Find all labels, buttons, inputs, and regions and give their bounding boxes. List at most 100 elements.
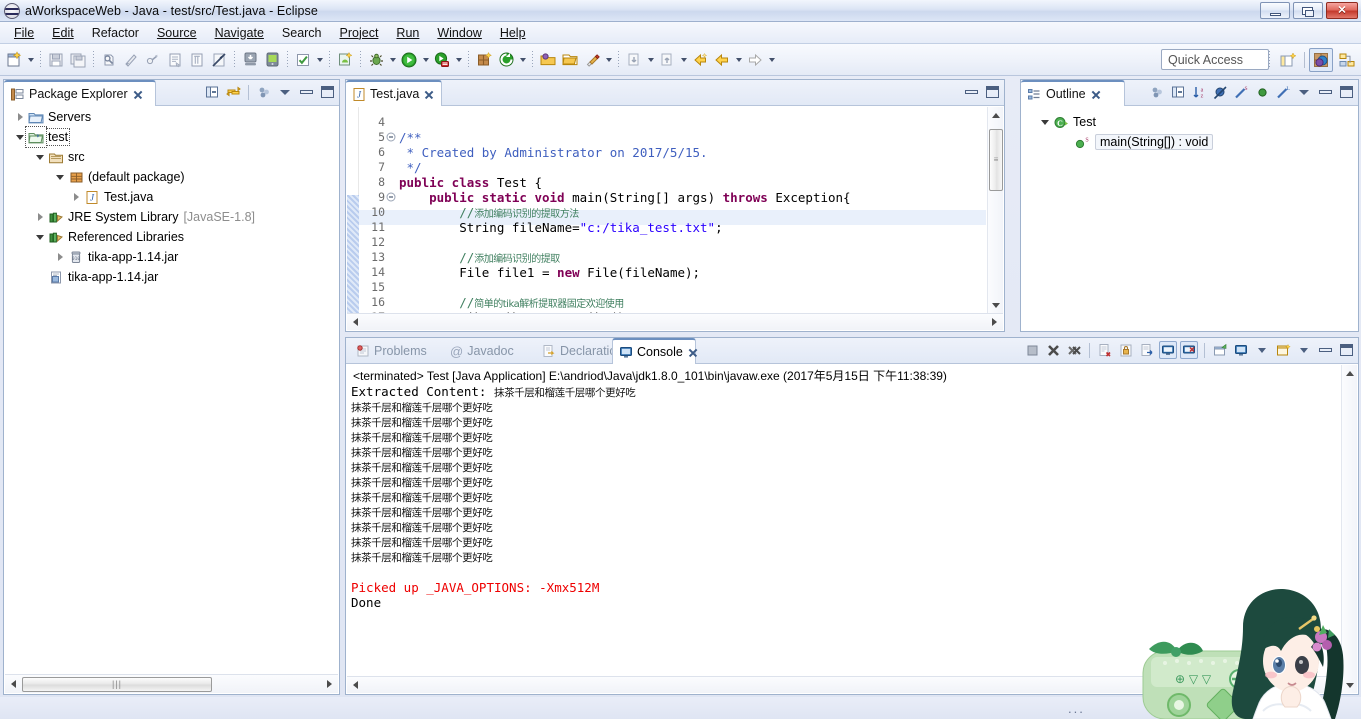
tree-item-jre-system-library[interactable]: JRE System Library [JavaSE-1.8] (5, 207, 338, 227)
print-icon[interactable] (98, 48, 120, 72)
open-console-icon[interactable] (1211, 341, 1229, 359)
expand-arrow-icon[interactable] (53, 247, 67, 267)
back-dropdown[interactable] (733, 48, 744, 72)
save-all-icon[interactable] (67, 48, 89, 72)
forward-icon[interactable] (744, 48, 766, 72)
close-icon[interactable] (132, 89, 143, 100)
next-annotation-dropdown[interactable] (645, 48, 656, 72)
previous-annotation-icon[interactable] (656, 48, 678, 72)
android-sdk-manager-icon[interactable] (239, 48, 261, 72)
collapse-all-icon[interactable] (203, 83, 221, 101)
menu-run[interactable]: Run (387, 24, 428, 42)
run-last-dropdown[interactable] (517, 48, 528, 72)
show-console-on-output-icon[interactable] (1138, 341, 1156, 359)
android-avd-manager-icon[interactable] (261, 48, 283, 72)
tree-item-default-package[interactable]: (default package) (5, 167, 338, 187)
menu-file[interactable]: File (5, 24, 43, 42)
previous-annotation-dropdown[interactable] (678, 48, 689, 72)
view-menu-chevron-icon[interactable] (276, 83, 294, 101)
tree-item-src[interactable]: src (5, 147, 338, 167)
tree-item-referenced-libraries[interactable]: Referenced Libraries (5, 227, 338, 247)
minimize-icon[interactable] (962, 83, 980, 101)
show-whitespace-icon[interactable] (208, 48, 230, 72)
code-text-area[interactable]: /** * Created by Administrator on 2017/5… (347, 107, 1003, 313)
back-history-icon[interactable] (711, 48, 733, 72)
collapse-arrow-icon[interactable] (1038, 112, 1052, 132)
tree-item-tika-jar-ref[interactable]: 010 tika-app-1.14.jar (5, 247, 338, 267)
tree-item-test-project[interactable]: test (5, 126, 338, 148)
console-output[interactable]: <terminated> Test [Java Application] E:\… (347, 365, 1341, 676)
open-perspective-icon[interactable] (1276, 48, 1300, 72)
menu-source[interactable]: Source (148, 24, 206, 42)
scroll-up-arrow-icon[interactable] (988, 107, 1004, 123)
maximize-icon[interactable] (983, 83, 1001, 101)
menu-refactor[interactable]: Refactor (83, 24, 148, 42)
scroll-left-arrow-icon[interactable] (347, 314, 364, 331)
new-java-package-icon[interactable] (120, 48, 142, 72)
hide-nonpublic-icon[interactable] (1253, 83, 1271, 101)
ddms-perspective-icon[interactable] (1335, 48, 1359, 72)
run-icon[interactable] (398, 48, 420, 72)
coverage-dropdown[interactable] (453, 48, 464, 72)
focus-on-active-task-icon[interactable] (1148, 83, 1166, 101)
collapse-arrow-icon[interactable] (53, 167, 67, 187)
new-console-view-icon[interactable] (1232, 341, 1250, 359)
pin-console-icon[interactable] (1159, 341, 1177, 359)
minimize-icon[interactable] (1316, 83, 1334, 101)
close-icon[interactable] (1090, 89, 1101, 100)
new-wizard-dropdown[interactable] (25, 48, 36, 72)
debug-dropdown[interactable] (387, 48, 398, 72)
run-dropdown[interactable] (420, 48, 431, 72)
search-icon[interactable] (581, 48, 603, 72)
toggle-markers-icon[interactable] (142, 48, 164, 72)
check-dropdown[interactable] (314, 48, 325, 72)
tree-item-servers[interactable]: Servers (5, 107, 338, 127)
fold-collapse-icon[interactable] (386, 132, 396, 142)
scroll-right-arrow-icon[interactable] (321, 676, 338, 693)
maximize-icon[interactable] (1337, 83, 1355, 101)
vscroll-thumb[interactable]: ≡ (989, 129, 1003, 191)
maximize-icon[interactable] (318, 83, 336, 101)
close-icon[interactable] (423, 89, 434, 100)
scroll-down-arrow-icon[interactable] (988, 297, 1004, 313)
remove-launch-icon[interactable] (1044, 341, 1062, 359)
menu-window[interactable]: Window (428, 24, 490, 42)
scroll-lock-icon[interactable] (1117, 341, 1135, 359)
package-explorer-tree[interactable]: Servers test src (default package) J Tes… (5, 107, 338, 672)
minimize-icon[interactable] (1316, 341, 1334, 359)
close-button[interactable]: ✕ (1326, 2, 1358, 19)
maximize-button[interactable] (1293, 2, 1323, 19)
menu-help[interactable]: Help (491, 24, 535, 42)
menu-project[interactable]: Project (331, 24, 388, 42)
package-explorer-hscrollbar[interactable]: ||| (5, 674, 338, 693)
scroll-up-arrow-icon[interactable] (1342, 365, 1358, 381)
collapse-all-icon[interactable] (1169, 83, 1187, 101)
tab-package-explorer[interactable]: Package Explorer (4, 80, 156, 106)
expand-arrow-icon[interactable] (33, 207, 47, 227)
back-icon[interactable] (689, 48, 711, 72)
save-icon[interactable] (45, 48, 67, 72)
menu-search[interactable]: Search (273, 24, 331, 42)
menu-edit[interactable]: Edit (43, 24, 83, 42)
debug-icon[interactable] (365, 48, 387, 72)
sort-icon[interactable]: a z (1190, 83, 1208, 101)
pin-console-view-icon[interactable] (1274, 341, 1292, 359)
tab-javadoc[interactable]: @ Javadoc (444, 338, 532, 364)
forward-dropdown[interactable] (766, 48, 777, 72)
new-annotation-icon[interactable] (186, 48, 208, 72)
scroll-left-arrow-icon[interactable] (5, 676, 22, 693)
new-junit-icon[interactable] (473, 48, 495, 72)
scroll-right-arrow-icon[interactable] (1324, 677, 1341, 694)
search-dropdown[interactable] (603, 48, 614, 72)
hscroll-thumb[interactable]: ||| (22, 676, 212, 692)
collapse-arrow-icon[interactable] (33, 227, 47, 247)
hide-fields-icon[interactable] (1211, 83, 1229, 101)
hide-local-types-icon[interactable]: L (1274, 83, 1292, 101)
tree-item-test-java[interactable]: J Test.java (5, 187, 338, 207)
menu-navigate[interactable]: Navigate (206, 24, 273, 42)
open-folder-icon[interactable] (559, 48, 581, 72)
new-wizard-icon[interactable] (3, 48, 25, 72)
fold-collapse-icon[interactable] (386, 192, 396, 202)
tab-problems[interactable]: Problems (350, 338, 440, 364)
check-icon[interactable] (292, 48, 314, 72)
